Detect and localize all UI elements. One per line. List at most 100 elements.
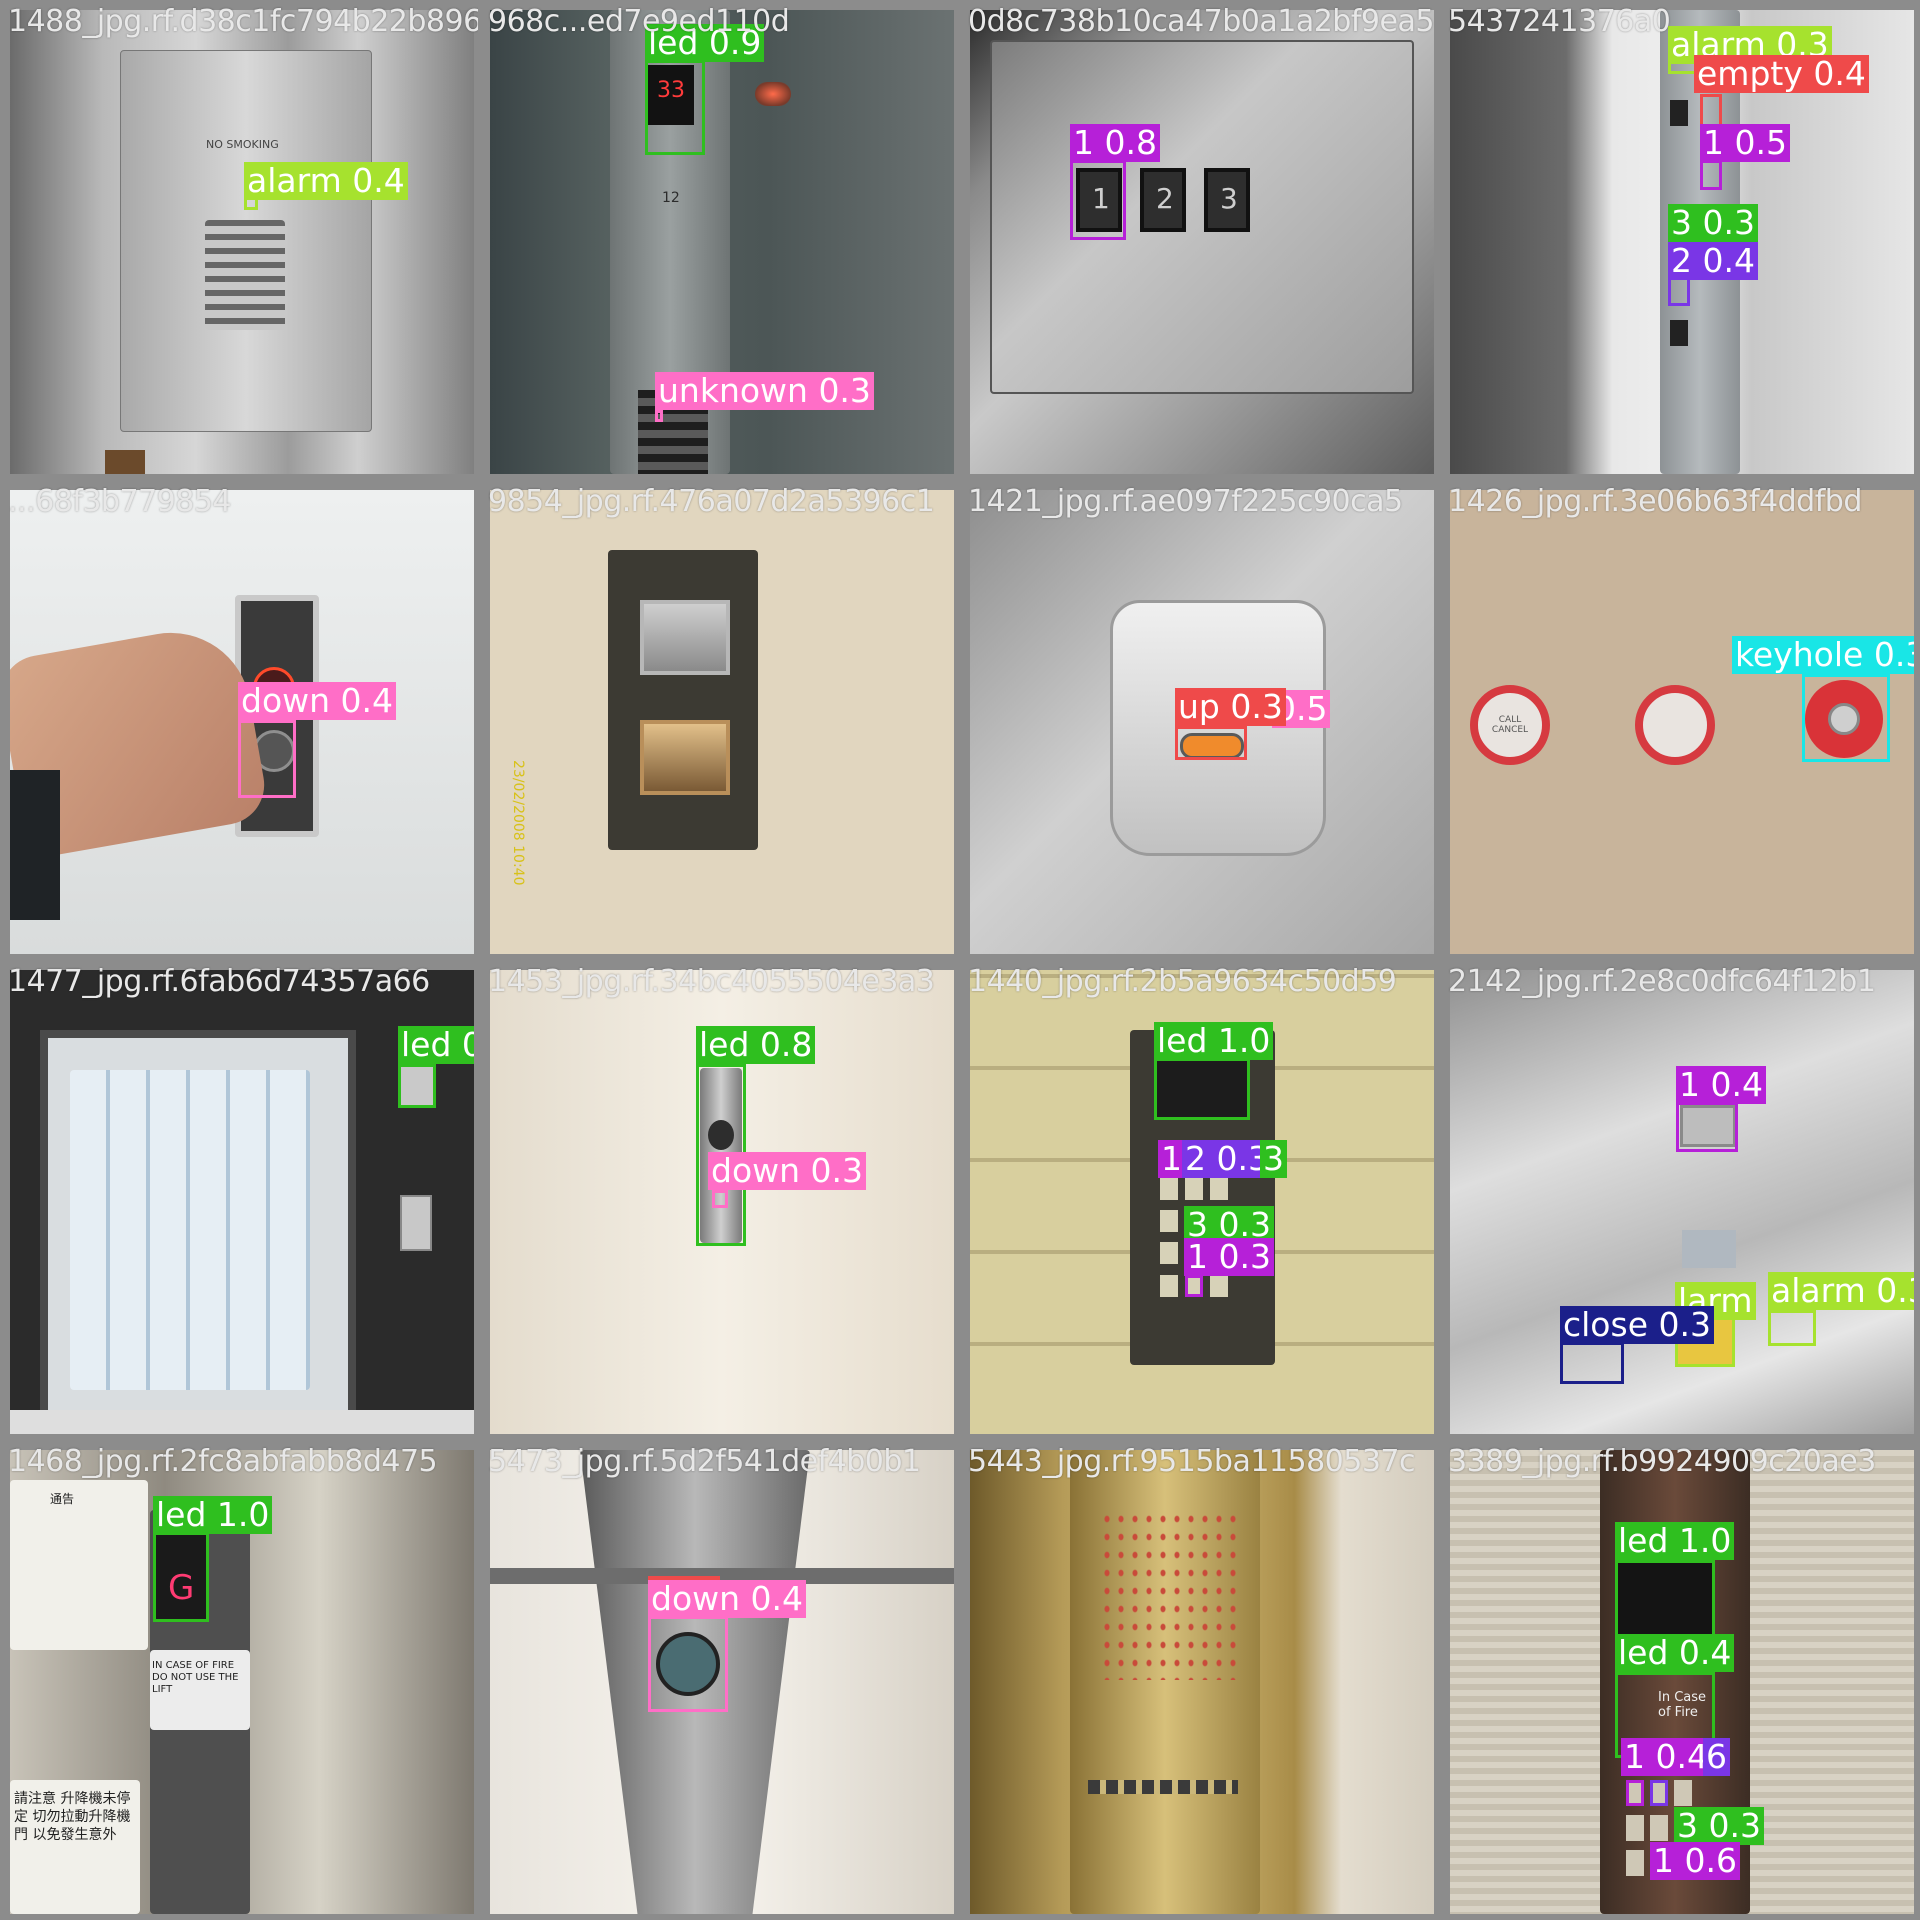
floor-label: 12 — [662, 190, 680, 206]
button-g — [1682, 1230, 1736, 1268]
button-4 — [1160, 1210, 1178, 1232]
tile-7: 0.5 up 0.3 1421_jpg.rf.ae097f225c90ca5 — [960, 480, 1440, 960]
led-label: led 0.8 — [398, 1026, 474, 1064]
up-button — [640, 600, 730, 675]
no-smoking-sign: NO SMOKING — [206, 138, 279, 151]
photo-8: CALL CANCEL keyhole 0.3 — [1450, 490, 1914, 954]
call-cancel-text: CALL CANCEL — [1491, 715, 1529, 735]
photo-1: NO SMOKING alarm 0.4 — [10, 10, 474, 474]
photo-5: down 0.4 — [10, 490, 474, 954]
button-3 — [1210, 1178, 1228, 1200]
led-label-2: led 0.4 — [1615, 1634, 1735, 1672]
led-label: led 1.0 — [1154, 1022, 1274, 1060]
photo-7: 0.5 up 0.3 — [970, 490, 1434, 954]
button-7 — [1626, 1850, 1644, 1876]
photo-2: 33 12 led 0.9 unknown 0.3 — [490, 10, 954, 474]
panel-button — [1670, 320, 1688, 346]
notice-title: 通告 — [50, 1492, 75, 1506]
num1-box — [1070, 160, 1126, 240]
alarm-label: alarm 0.4 — [244, 162, 408, 200]
call-button — [400, 1195, 432, 1251]
num1-box — [1676, 1102, 1738, 1152]
unknown-label: unknown 0.3 — [655, 372, 874, 410]
tile-16: led 1.0 In Case of Fire led 0.4 1 0.4 6 … — [1440, 1440, 1920, 1920]
tile-13: 通告 G led 1.0 IN CASE OF FIRE DO NOT USE … — [0, 1440, 480, 1920]
tile-3: 1 2 3 1 0.8 0d8c738b10ca47b0a1a2bf9ea5 — [960, 0, 1440, 480]
button-3 — [1674, 1780, 1692, 1806]
button-2-number: 2 — [1156, 182, 1174, 215]
num3-label: 3 0.3 — [1668, 204, 1758, 242]
num-extra-label: 6 — [1703, 1738, 1730, 1776]
num1-label: 1 — [1158, 1140, 1185, 1178]
floor — [10, 1410, 474, 1434]
mosaic-grid: NO SMOKING alarm 0.4 1488_jpg.rf.d38c1fc… — [0, 0, 1920, 1920]
up-label: up 0.3 — [1175, 688, 1286, 726]
photo-6: 23/02/2008 10:40 — [490, 490, 954, 954]
led-box — [645, 60, 705, 155]
sleeve — [10, 770, 60, 920]
button-3-number: 3 — [1220, 182, 1238, 215]
led-box — [1615, 1560, 1715, 1640]
red-light — [755, 82, 791, 106]
button-2 — [1185, 1178, 1203, 1200]
fire-sign-text: IN CASE OF FIRE DO NOT USE THE LIFT — [152, 1660, 239, 1695]
tile-9: led 0.8 1477_jpg.rf.6fab6d74357a66 — [0, 960, 480, 1440]
keyhole-label: keyhole 0.3 — [1732, 636, 1914, 674]
led-label: led 1.0 — [153, 1496, 273, 1534]
num1-label: 1 0.4 — [1621, 1738, 1711, 1776]
tile-1: NO SMOKING alarm 0.4 1488_jpg.rf.d38c1fc… — [0, 0, 480, 480]
button-7 — [1160, 1242, 1178, 1264]
photo-16: led 1.0 In Case of Fire led 0.4 1 0.4 6 … — [1450, 1450, 1914, 1914]
button-1 — [1626, 1780, 1644, 1806]
alarm-label: alarm 0.3 — [1768, 1272, 1914, 1310]
call-button-panel — [608, 550, 758, 850]
close-label: close 0.3 — [1560, 1306, 1714, 1344]
tile-6: 23/02/2008 10:40 9854_jpg.rf.476a07d2a53… — [480, 480, 960, 960]
tile-11: led 1.0 1 2 0.3 3 3 0.3 1 0.3 1440_jpg.r… — [960, 960, 1440, 1440]
steel-plate — [990, 40, 1414, 394]
photo-9: led 0.8 — [10, 970, 474, 1434]
num1-label-2: 1 0.6 — [1650, 1842, 1740, 1880]
elevator-doors — [70, 1070, 310, 1390]
close-box — [1560, 1342, 1624, 1384]
button-0 — [1185, 1275, 1203, 1297]
down-box — [712, 1190, 728, 1208]
photo-11: led 1.0 1 2 0.3 3 3 0.3 1 0.3 — [970, 970, 1434, 1434]
num1-box — [1700, 160, 1722, 190]
photo-14: down 0.4 — [490, 1450, 954, 1914]
button-5 — [1650, 1815, 1668, 1841]
down-label: down 0.4 — [648, 1580, 807, 1618]
tile-12: 1 0.4 larm alarm 0.3 close 0.3 2142_jpg.… — [1440, 960, 1920, 1440]
down-label: down 0.3 — [708, 1152, 867, 1190]
alarm-box-2 — [1768, 1310, 1816, 1346]
button-column — [205, 220, 285, 330]
down-box — [238, 720, 296, 798]
num1-label: 1 0.8 — [1070, 124, 1160, 162]
tile-14: down 0.4 5473_jpg.rf.5d2f541def4b0b1 — [480, 1440, 960, 1920]
button-1 — [1160, 1178, 1178, 1200]
num2-label: 2 0.3 — [1182, 1140, 1272, 1178]
button-2 — [1650, 1780, 1668, 1806]
led-floor-text: G — [168, 1568, 195, 1608]
down-label: down 0.4 — [238, 682, 397, 720]
unknown-box — [655, 410, 663, 422]
tile-15: 5443_jpg.rf.9515ba11580537c — [960, 1440, 1440, 1920]
tile-4: alarm 0.3 empty 0.4 1 0.5 3 0.3 2 0.4 54… — [1440, 0, 1920, 480]
led-label: led 1.0 — [1615, 1522, 1735, 1560]
num2-label: 2 0.4 — [1668, 242, 1758, 280]
empty-label: empty 0.4 — [1694, 55, 1869, 93]
button-minus — [1160, 1275, 1178, 1297]
down-button — [640, 720, 730, 795]
led-box — [398, 1064, 436, 1108]
tile-10: led 0.8 down 0.3 1453_jpg.rf.34bc4055504… — [480, 960, 960, 1440]
fire-sign-text: In Case of Fire — [1658, 1690, 1707, 1720]
tile-5: down 0.4 ...68f3b779854 — [0, 480, 480, 960]
photo-timestamp: 23/02/2008 10:40 — [510, 760, 526, 886]
num1-label: 1 0.4 — [1676, 1066, 1766, 1104]
keyhole-box — [1802, 674, 1890, 762]
tile-2: 33 12 led 0.9 unknown 0.3 968c...ed7e9ed… — [480, 0, 960, 480]
panel-button — [1670, 100, 1688, 126]
button-row — [1088, 1780, 1238, 1794]
button-4 — [1626, 1815, 1644, 1841]
down-box — [648, 1616, 728, 1712]
